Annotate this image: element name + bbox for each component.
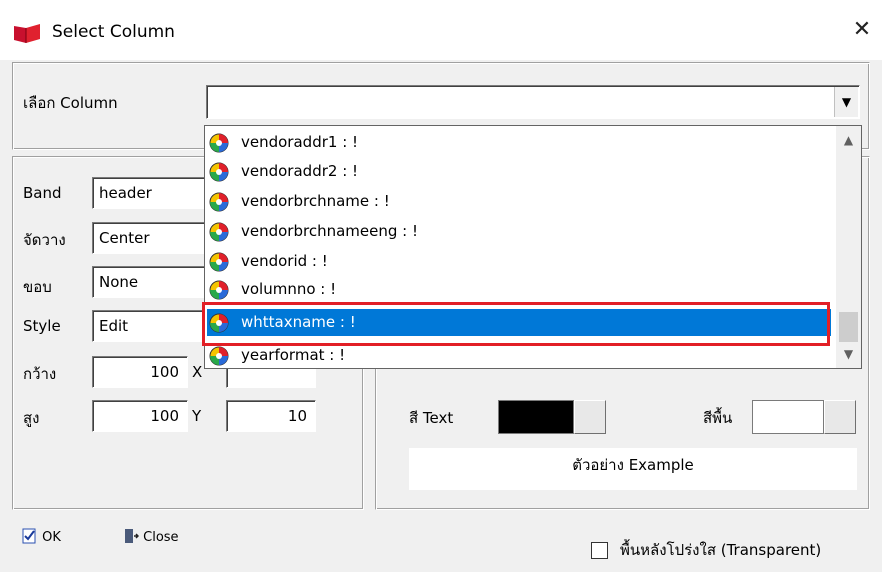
list-item[interactable]: volumnno : !: [207, 276, 831, 303]
list-item[interactable]: vendorid : !: [207, 248, 831, 275]
background-color-label: สีพื้น: [703, 409, 733, 427]
list-item-label: vendoraddr2 : !: [241, 162, 359, 180]
dropdown-scrollbar[interactable]: ▲ ▼: [836, 126, 861, 368]
list-item-label: yearformat : !: [241, 346, 346, 364]
scroll-down-icon[interactable]: ▼: [836, 342, 861, 366]
transparent-checkbox[interactable]: [591, 542, 608, 559]
field-icon: [209, 133, 229, 153]
border-label: ขอบ: [23, 278, 52, 296]
field-icon: [209, 252, 229, 272]
background-color-picker-button[interactable]: [824, 400, 856, 434]
height-label: สูง: [23, 409, 40, 427]
list-item-label: vendorbrchnameeng : !: [241, 222, 418, 240]
background-color-swatch: [752, 400, 824, 434]
list-item-label: vendorbrchname : !: [241, 192, 390, 210]
column-label: เลือก Column: [23, 94, 118, 112]
list-item[interactable]: vendoraddr1 : !: [207, 129, 831, 156]
text-color-swatch: [498, 400, 574, 434]
list-item-label: vendorid : !: [241, 252, 328, 270]
list-item-label: volumnno : !: [241, 280, 337, 298]
field-icon: [209, 192, 229, 212]
list-item[interactable]: vendorbrchnameeng : !: [207, 218, 831, 245]
scroll-thumb[interactable]: [839, 312, 858, 342]
list-item[interactable]: vendorbrchname : !: [207, 188, 831, 215]
close-window-button[interactable]: ✕: [850, 17, 874, 43]
app-icon: [14, 24, 40, 43]
field-icon: [209, 280, 229, 300]
border-field[interactable]: None: [92, 266, 212, 298]
field-icon: [209, 222, 229, 242]
list-item-label: vendoraddr1 : !: [241, 133, 359, 151]
column-combobox[interactable]: [206, 85, 860, 119]
y-field[interactable]: 10: [226, 400, 316, 432]
scroll-up-icon[interactable]: ▲: [836, 128, 861, 152]
chevron-down-icon[interactable]: ▼: [834, 87, 858, 117]
style-field[interactable]: Edit: [92, 310, 212, 342]
highlight-annotation: [202, 302, 830, 346]
list-item[interactable]: yearformat : !: [207, 342, 831, 368]
x-label: X: [192, 363, 203, 381]
align-field[interactable]: Center: [92, 222, 212, 254]
ok-button[interactable]: OK: [22, 528, 61, 548]
width-label: กว้าง: [23, 365, 57, 383]
band-field[interactable]: header: [92, 177, 212, 209]
text-color-label: สี Text: [409, 409, 454, 427]
ok-label: OK: [42, 530, 61, 545]
close-label: Close: [143, 530, 179, 545]
band-label: Band: [23, 184, 62, 202]
checklist-icon: [22, 528, 36, 544]
window-title: Select Column: [52, 22, 175, 42]
width-field[interactable]: 100: [92, 356, 188, 388]
field-icon: [209, 346, 229, 366]
y-label: Y: [192, 407, 202, 425]
exit-door-icon: [125, 529, 140, 543]
list-item[interactable]: vendoraddr2 : !: [207, 158, 831, 185]
field-icon: [209, 162, 229, 182]
height-field[interactable]: 100: [92, 400, 188, 432]
example-preview: ตัวอย่าง Example: [409, 448, 857, 490]
close-button[interactable]: Close: [123, 528, 179, 548]
style-label: Style: [23, 317, 61, 335]
text-color-picker-button[interactable]: [574, 400, 606, 434]
align-label: จัดวาง: [23, 231, 66, 249]
transparent-label: พื้นหลังโปร่งใส (Transparent): [620, 541, 822, 559]
